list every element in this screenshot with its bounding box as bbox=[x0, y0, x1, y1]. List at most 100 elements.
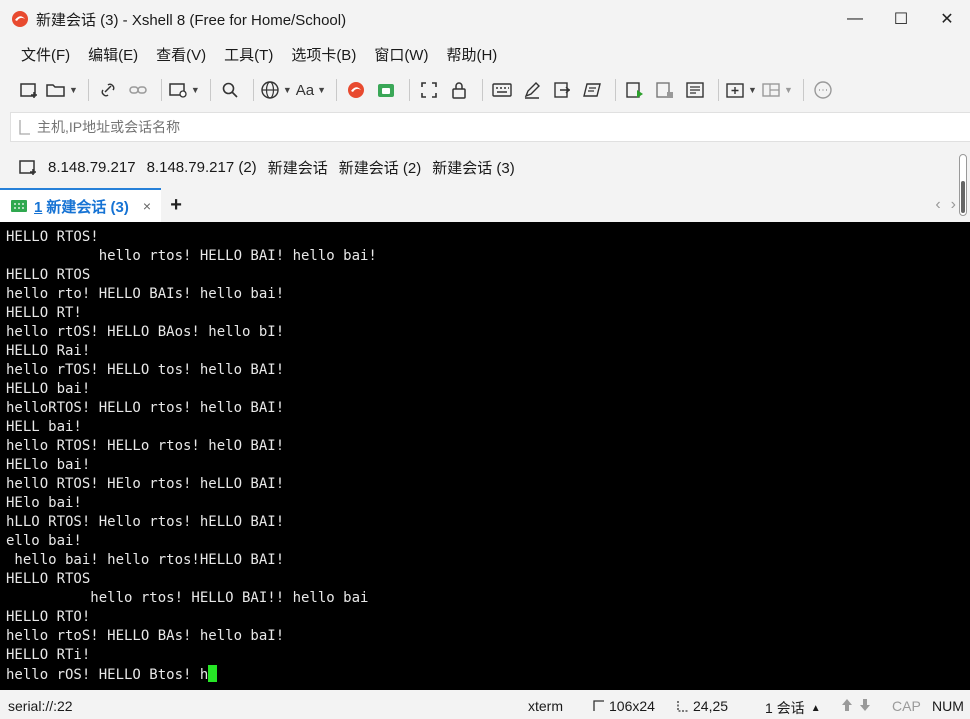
reconnect-button[interactable] bbox=[95, 76, 121, 104]
title-bar: 新建会话 (3) - Xshell 8 (Free for Home/Schoo… bbox=[0, 0, 970, 38]
session-link[interactable]: 新建会话 bbox=[268, 157, 328, 178]
cursor-position: 24,25 bbox=[693, 698, 729, 714]
menu-tabs[interactable]: 选项卡(B) bbox=[282, 44, 365, 65]
chevron-down-icon: ▼ bbox=[282, 85, 292, 95]
font-icon: Aa bbox=[295, 81, 315, 99]
close-button[interactable]: ✕ bbox=[924, 0, 970, 38]
chevron-down-icon: ▼ bbox=[317, 85, 327, 95]
menu-bar: 文件(F) 编辑(E) 查看(V) 工具(T) 选项卡(B) 窗口(W) 帮助(… bbox=[0, 38, 970, 70]
terminal-line: hello RTOS! HELLo rtos! helO BAI! bbox=[6, 438, 285, 454]
open-folder-button[interactable]: ▼ bbox=[46, 76, 78, 104]
xftp-button[interactable] bbox=[373, 76, 399, 104]
caret-up-icon: ▲ bbox=[810, 702, 821, 714]
toolbar-divider bbox=[252, 79, 254, 101]
terminal-line: hello bai! hello rtos!HELLO BAI! bbox=[6, 552, 285, 568]
script-button[interactable] bbox=[579, 76, 605, 104]
stop-icon bbox=[656, 82, 674, 98]
arrow-down-icon[interactable] bbox=[858, 698, 872, 712]
toolbar: ▼ ▼ ▼ Aa ▼ ▼ ▼ bbox=[0, 72, 970, 108]
terminal-line: hello rto! HELLO BAIs! hello bai! bbox=[6, 286, 285, 302]
session-link[interactable]: 8.148.79.217 (2) bbox=[147, 159, 257, 176]
terminal-size-icon bbox=[593, 700, 604, 711]
toolbar-divider bbox=[160, 79, 162, 101]
highlight-button[interactable] bbox=[519, 76, 545, 104]
add-tab-button[interactable]: + bbox=[161, 188, 191, 222]
session-manager-icon[interactable] bbox=[18, 158, 38, 176]
terminal-line: hello rTOS! HELLO tos! hello BAI! bbox=[6, 362, 285, 378]
session-link[interactable]: 8.148.79.217 bbox=[48, 159, 136, 176]
terminal-line: HELLO RTO! bbox=[6, 609, 91, 625]
menu-tools[interactable]: 工具(T) bbox=[215, 44, 282, 65]
terminal-line: hello rOS! HELLO Btos! h bbox=[6, 665, 964, 684]
run-button[interactable] bbox=[622, 76, 648, 104]
menu-edit[interactable]: 编辑(E) bbox=[79, 44, 147, 65]
xftp-icon bbox=[378, 84, 395, 97]
terminal-size: 106x24 bbox=[609, 698, 655, 714]
new-tab-button[interactable]: ▼ bbox=[725, 76, 757, 104]
lock-icon bbox=[452, 82, 466, 99]
new-session-button[interactable] bbox=[16, 76, 42, 104]
menu-file[interactable]: 文件(F) bbox=[12, 44, 79, 65]
properties-button[interactable]: ▼ bbox=[168, 76, 200, 104]
terminal-line: HElo bai! bbox=[6, 495, 82, 511]
menu-window[interactable]: 窗口(W) bbox=[365, 44, 437, 65]
terminal-output[interactable]: HELLO RTOS! hello rtos! HELLO BAI! hello… bbox=[0, 222, 970, 690]
send-button[interactable] bbox=[549, 76, 575, 104]
minimize-button[interactable]: — bbox=[832, 0, 878, 38]
script-icon bbox=[583, 83, 601, 97]
terminal-line: helloRTOS! HELLO rtos! hello BAI! bbox=[6, 400, 285, 416]
find-button[interactable] bbox=[217, 76, 243, 104]
tab-next-button[interactable]: › bbox=[951, 196, 956, 214]
maximize-button[interactable]: ☐ bbox=[878, 0, 924, 38]
arrow-up-icon[interactable] bbox=[840, 698, 854, 712]
session-bar-scrollbar[interactable] bbox=[959, 154, 967, 216]
host-input[interactable] bbox=[37, 119, 970, 135]
keyboard-button[interactable] bbox=[489, 76, 515, 104]
tab-active-session[interactable]: 1 新建会话 (3) × bbox=[0, 188, 162, 222]
lock-button[interactable] bbox=[446, 76, 472, 104]
chat-button[interactable] bbox=[810, 76, 836, 104]
session-count: 1 会话 bbox=[765, 700, 805, 716]
connection-status: serial://:22 bbox=[8, 698, 73, 714]
font-button[interactable]: Aa ▼ bbox=[296, 76, 326, 104]
tab-nav: ‹ › bbox=[935, 196, 956, 214]
menu-view[interactable]: 查看(V) bbox=[147, 44, 215, 65]
terminal-tab-icon bbox=[10, 199, 28, 213]
new-tab-icon bbox=[726, 83, 744, 98]
toolbar-divider bbox=[802, 79, 804, 101]
terminal-line: hello rtos! HELLO BAI! hello bai! bbox=[6, 248, 377, 264]
terminal-line: hellO RTOS! HElo rtos! heLLO BAI! bbox=[6, 476, 285, 492]
terminal-line: HELLO RT! bbox=[6, 305, 82, 321]
stop-button[interactable] bbox=[652, 76, 678, 104]
xshell-button[interactable] bbox=[343, 76, 369, 104]
terminal-type: xterm bbox=[528, 698, 563, 714]
link-icon bbox=[101, 83, 115, 97]
status-bar: serial://:22 xterm 106x24 24,25 1 会话 ▲ C… bbox=[0, 692, 970, 719]
compose-button[interactable] bbox=[682, 76, 708, 104]
toolbar-divider bbox=[482, 79, 484, 101]
disconnect-button[interactable] bbox=[125, 76, 151, 104]
layout-button[interactable]: ▼ bbox=[761, 76, 793, 104]
session-link[interactable]: 新建会话 (3) bbox=[432, 157, 515, 178]
tab-bar: 1 新建会话 (3) × + ‹ › bbox=[0, 188, 958, 222]
run-icon bbox=[626, 82, 644, 98]
session-count-dropdown[interactable]: 1 会话 ▲ bbox=[765, 698, 821, 718]
terminal-cursor bbox=[208, 665, 218, 682]
toolbar-divider bbox=[209, 79, 211, 101]
chevron-down-icon: ▼ bbox=[190, 85, 200, 95]
fullscreen-icon bbox=[421, 82, 437, 98]
tab-prev-button[interactable]: ‹ bbox=[935, 196, 940, 214]
folder-icon bbox=[46, 84, 65, 97]
globe-icon bbox=[261, 81, 279, 99]
chevron-down-icon: ▼ bbox=[69, 85, 78, 95]
terminal-line: HELlo bai! bbox=[6, 457, 91, 473]
cursor-position-icon bbox=[677, 701, 688, 712]
tab-close-button[interactable]: × bbox=[143, 198, 151, 214]
address-bar bbox=[10, 112, 970, 142]
session-link[interactable]: 新建会话 (2) bbox=[339, 157, 422, 178]
fullscreen-button[interactable] bbox=[416, 76, 442, 104]
chevron-down-icon: ▼ bbox=[783, 85, 793, 95]
menu-help[interactable]: 帮助(H) bbox=[437, 44, 506, 65]
tab-number: 1 bbox=[34, 198, 43, 216]
encoding-button[interactable]: ▼ bbox=[260, 76, 292, 104]
